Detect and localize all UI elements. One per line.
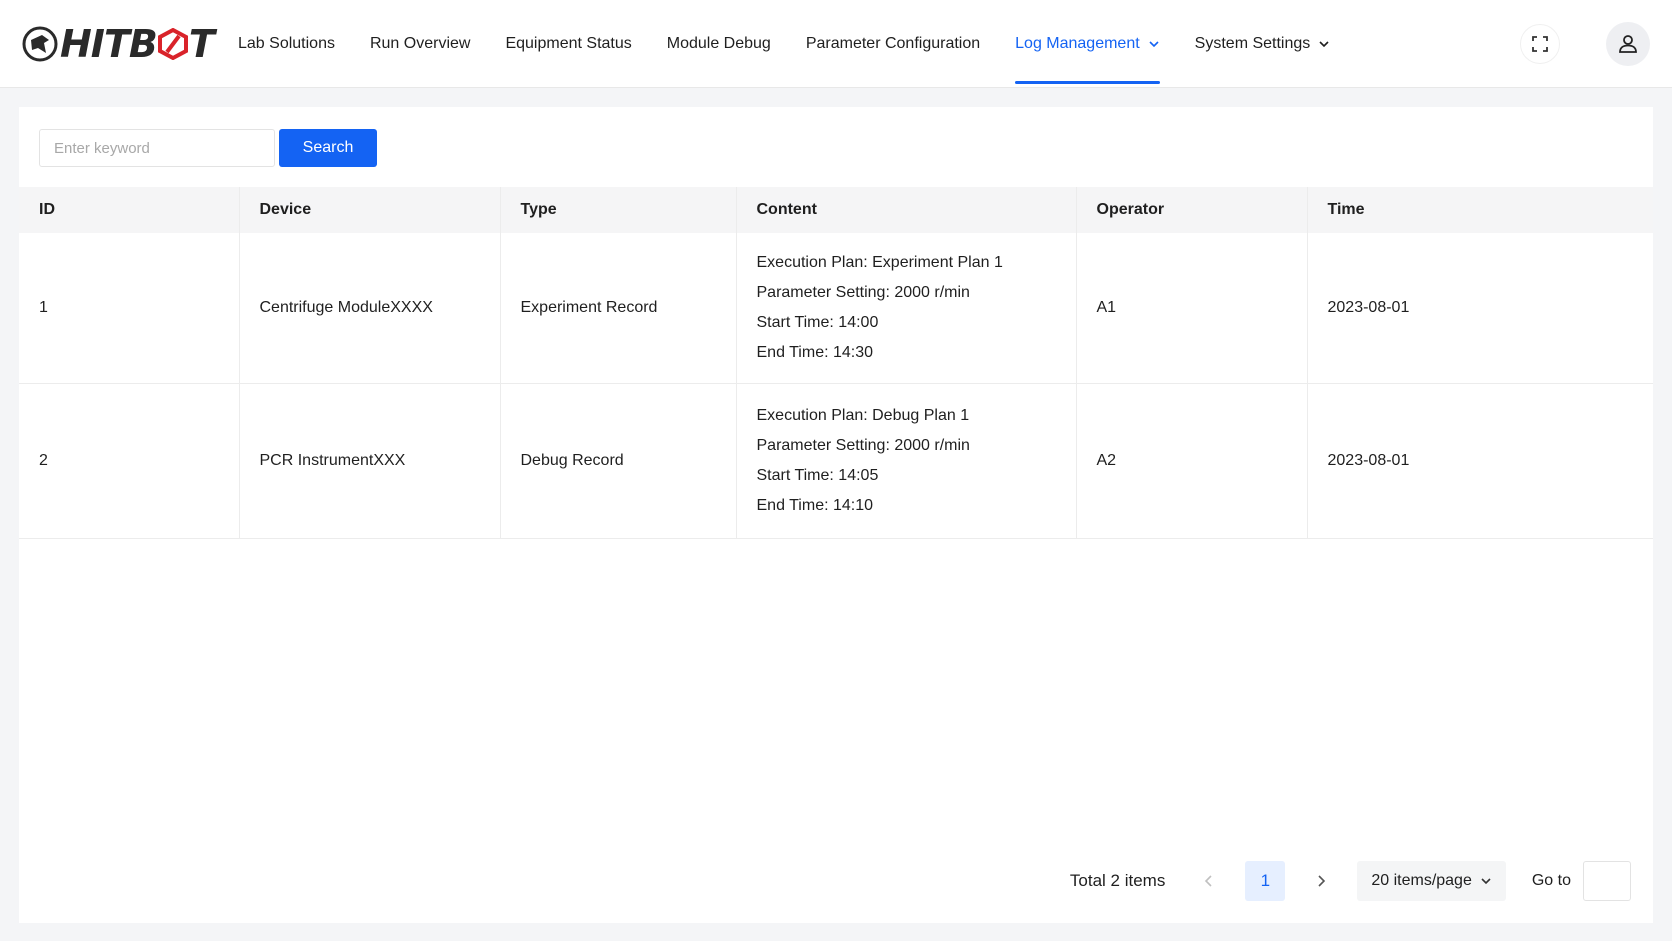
prev-page-button[interactable] <box>1195 867 1223 895</box>
page-number-button[interactable]: 1 <box>1245 861 1286 901</box>
logo-text-right: T <box>188 22 215 66</box>
chevron-left-icon <box>1205 875 1212 887</box>
column-header-time[interactable]: Time <box>1307 187 1653 233</box>
nav-label: System Settings <box>1194 35 1311 52</box>
page-size-label: 20 items/page <box>1371 872 1472 889</box>
nav-item-lab-solutions[interactable]: Lab Solutions <box>238 0 335 88</box>
cell-type: Debug Record <box>500 383 737 539</box>
cell-operator: A2 <box>1076 383 1308 539</box>
keyword-search-input[interactable] <box>39 129 275 167</box>
content-line: Execution Plan: Experiment Plan 1 <box>756 253 1003 271</box>
nav-label: Module Debug <box>666 35 771 52</box>
search-bar: Search <box>39 129 377 167</box>
nav-item-module-debug[interactable]: Module Debug <box>667 0 771 88</box>
content-line: End Time: 14:10 <box>756 496 874 514</box>
header-actions <box>1520 22 1650 66</box>
chevron-down-icon <box>1319 41 1329 48</box>
pagination: Total 2 items 1 20 items/page Go to <box>1070 861 1631 901</box>
log-table: ID Device Type Content Operator Time 1 C… <box>19 187 1653 539</box>
nav-item-run-overview[interactable]: Run Overview <box>370 0 470 88</box>
nav-item-equipment-status[interactable]: Equipment Status <box>505 0 631 88</box>
content-line: End Time: 14:30 <box>756 343 874 361</box>
chevron-down-icon <box>1481 878 1491 885</box>
logo-text-left: HITB <box>60 22 158 66</box>
nav-label: Lab Solutions <box>238 35 335 52</box>
user-avatar-button[interactable] <box>1606 22 1650 66</box>
chevron-right-icon <box>1318 875 1326 887</box>
table-row[interactable]: 1 Centrifuge ModuleXXXX Experiment Recor… <box>19 233 1653 384</box>
nav-label: Equipment Status <box>505 35 632 52</box>
chevron-down-icon <box>1149 41 1159 48</box>
goto-label: Go to <box>1531 872 1571 889</box>
next-page-button[interactable] <box>1307 867 1335 895</box>
goto-page-input[interactable] <box>1583 861 1631 901</box>
hitbot-logo[interactable]: HITB T <box>22 22 215 66</box>
nav-item-parameter-configuration[interactable]: Parameter Configuration <box>806 0 980 88</box>
cell-device: PCR InstrumentXXX <box>239 383 501 539</box>
main-nav: Lab Solutions Run Overview Equipment Sta… <box>238 0 1365 88</box>
nav-item-system-settings[interactable]: System Settings <box>1195 0 1331 88</box>
cell-device: Centrifuge ModuleXXXX <box>239 233 501 384</box>
search-button[interactable]: Search <box>279 129 377 167</box>
top-navigation-bar: HITB T Lab Solutions Run Overview Equipm… <box>0 0 1672 88</box>
nav-item-log-management[interactable]: Log Management <box>1015 0 1160 88</box>
content-line: Execution Plan: Debug Plan 1 <box>756 406 970 424</box>
content-line: Parameter Setting: 2000 r/min <box>756 436 970 454</box>
cell-time: 2023-08-01 <box>1307 233 1653 384</box>
log-management-panel: Search ID Device Type Content Operator T… <box>19 107 1653 923</box>
nav-label: Run Overview <box>369 35 471 52</box>
hitbot-logo-icon <box>22 26 58 62</box>
table-row[interactable]: 2 PCR InstrumentXXX Debug Record Executi… <box>19 383 1653 539</box>
column-header-id[interactable]: ID <box>19 187 240 233</box>
cell-content: Execution Plan: Debug Plan 1 Parameter S… <box>736 383 1077 539</box>
cell-time: 2023-08-01 <box>1307 383 1653 539</box>
cell-content: Execution Plan: Experiment Plan 1 Parame… <box>736 233 1077 384</box>
column-header-operator[interactable]: Operator <box>1076 187 1308 233</box>
column-header-device[interactable]: Device <box>239 187 501 233</box>
cell-id: 1 <box>19 233 240 384</box>
content-line: Parameter Setting: 2000 r/min <box>756 283 970 301</box>
logo-hex-o-icon <box>157 28 188 60</box>
cell-type: Experiment Record <box>500 233 737 384</box>
user-icon <box>1619 35 1637 53</box>
table-header-row: ID Device Type Content Operator Time <box>19 187 1653 233</box>
cell-id: 2 <box>19 383 240 539</box>
total-items-label: Total 2 items <box>1069 871 1166 890</box>
column-header-type[interactable]: Type <box>500 187 737 233</box>
logo-wordmark: HITB T <box>60 22 215 66</box>
nav-label: Log Management <box>1015 35 1140 52</box>
column-header-content[interactable]: Content <box>736 187 1077 233</box>
content-line: Start Time: 14:00 <box>756 313 879 331</box>
nav-label: Parameter Configuration <box>805 35 981 52</box>
fullscreen-button[interactable] <box>1520 24 1560 64</box>
fullscreen-icon <box>1532 36 1548 52</box>
page-size-select[interactable]: 20 items/page <box>1357 861 1506 901</box>
cell-operator: A1 <box>1076 233 1308 384</box>
content-line: Start Time: 14:05 <box>756 466 879 484</box>
